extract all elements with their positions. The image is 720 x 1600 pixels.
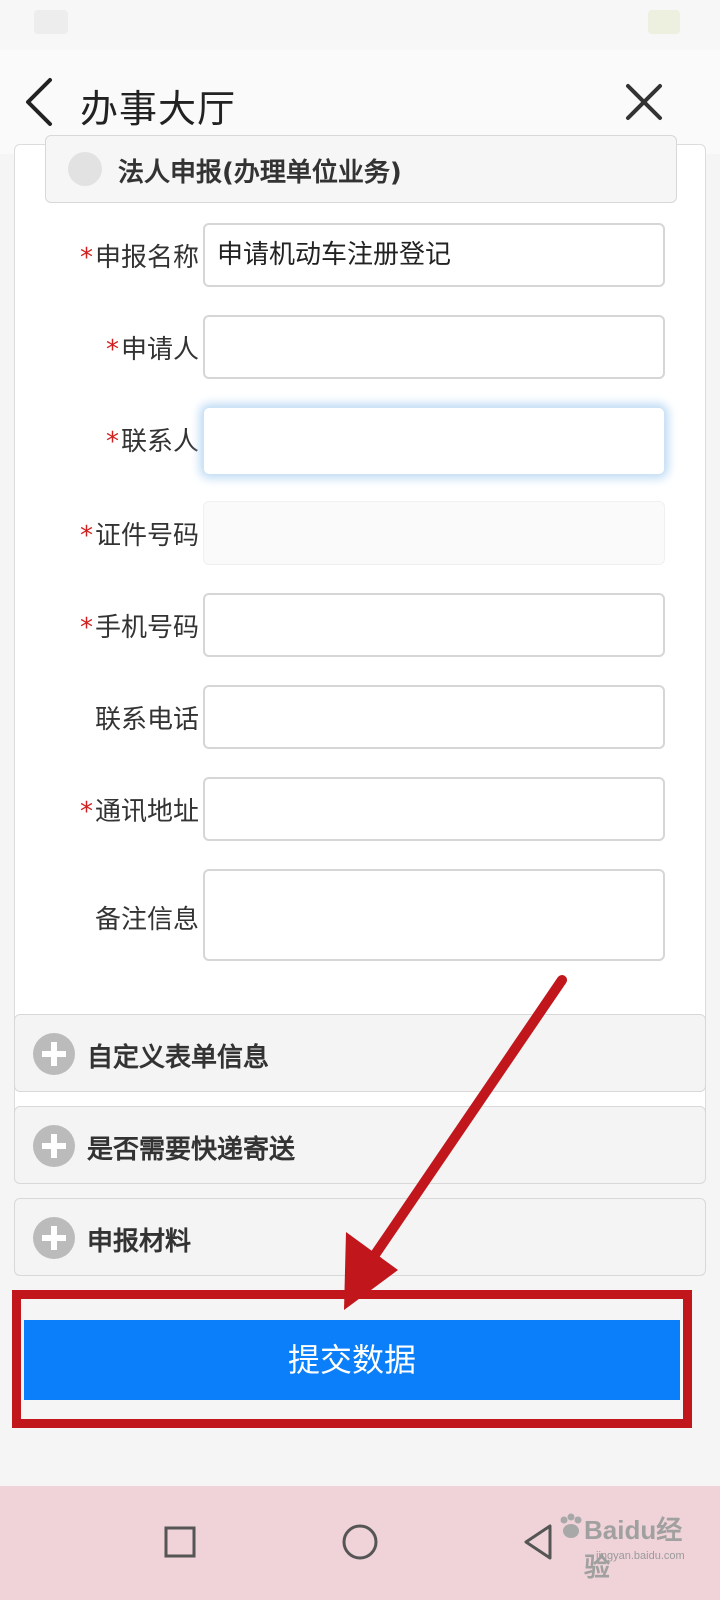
system-nav-bar: Baidu经验 jingyan.baidu.com bbox=[0, 1486, 720, 1600]
radio-label: 法人申报(办理单位业务) bbox=[118, 158, 402, 188]
phone-input[interactable] bbox=[203, 685, 665, 749]
field-label: *证件号码 bbox=[79, 521, 199, 551]
content-area: 法人申报(办理单位业务) *申报名称 申请机动车注册登记 *申请人 *联系人 *… bbox=[0, 135, 720, 1516]
applicant-input[interactable] bbox=[203, 315, 665, 379]
close-button[interactable] bbox=[622, 80, 666, 124]
plus-circle-icon bbox=[33, 1217, 75, 1259]
radio-button[interactable] bbox=[68, 152, 102, 186]
plus-circle-icon bbox=[33, 1125, 75, 1167]
field-applicant: *申请人 bbox=[15, 315, 707, 379]
field-id-number: *证件号码 bbox=[15, 501, 707, 565]
field-label: 联系电话 bbox=[94, 705, 199, 735]
field-contact-person: *联系人 bbox=[15, 407, 707, 475]
section-custom-form[interactable]: 自定义表单信息 bbox=[14, 1014, 706, 1092]
required-star: * bbox=[79, 797, 93, 827]
declaration-name-input[interactable]: 申请机动车注册登记 bbox=[203, 223, 665, 287]
close-icon bbox=[626, 84, 662, 120]
paw-icon bbox=[560, 1513, 582, 1538]
page-title: 办事大厅 bbox=[80, 87, 237, 131]
field-label: 备注信息 bbox=[94, 905, 199, 935]
field-label: *手机号码 bbox=[79, 613, 199, 643]
section-label: 是否需要快递寄送 bbox=[87, 1135, 296, 1165]
recent-apps-button[interactable] bbox=[152, 1514, 208, 1570]
address-input[interactable] bbox=[203, 777, 665, 841]
contact-person-input[interactable] bbox=[203, 407, 665, 475]
chevron-left-icon bbox=[26, 78, 52, 126]
required-star: * bbox=[79, 613, 93, 643]
field-label: *联系人 bbox=[105, 427, 199, 457]
field-remarks: 备注信息 bbox=[15, 869, 707, 961]
watermark-url: jingyan.baidu.com bbox=[596, 1550, 685, 1562]
field-address: *通讯地址 bbox=[15, 777, 707, 841]
home-button[interactable] bbox=[332, 1514, 388, 1570]
field-label: *申请人 bbox=[105, 335, 199, 365]
submit-button[interactable]: 提交数据 bbox=[24, 1320, 680, 1400]
section-materials[interactable]: 申报材料 bbox=[14, 1198, 706, 1276]
required-star: * bbox=[105, 427, 119, 457]
baidu-watermark: Baidu经验 jingyan.baidu.com bbox=[556, 1506, 706, 1582]
status-icons-right bbox=[648, 10, 680, 34]
status-bar bbox=[0, 0, 720, 50]
field-label: *通讯地址 bbox=[79, 797, 199, 827]
field-mobile: *手机号码 bbox=[15, 593, 707, 657]
back-button[interactable] bbox=[20, 76, 62, 128]
required-star: * bbox=[105, 335, 119, 365]
applicant-type-radio[interactable]: 法人申报(办理单位业务) bbox=[45, 135, 677, 203]
plus-circle-icon bbox=[33, 1033, 75, 1075]
square-icon bbox=[164, 1526, 196, 1558]
section-label: 自定义表单信息 bbox=[87, 1043, 270, 1073]
required-star: * bbox=[79, 521, 93, 551]
section-label: 申报材料 bbox=[87, 1227, 192, 1257]
id-number-input[interactable] bbox=[203, 501, 665, 565]
remarks-textarea[interactable] bbox=[203, 869, 665, 961]
field-phone: 联系电话 bbox=[15, 685, 707, 749]
status-icons-left bbox=[34, 10, 68, 34]
circle-icon bbox=[342, 1524, 378, 1560]
required-star: * bbox=[79, 243, 93, 273]
field-declaration-name: *申报名称 申请机动车注册登记 bbox=[15, 223, 707, 287]
mobile-input[interactable] bbox=[203, 593, 665, 657]
section-express-delivery[interactable]: 是否需要快递寄送 bbox=[14, 1106, 706, 1184]
field-label: *申报名称 bbox=[79, 243, 199, 273]
watermark-text: Baidu经验 bbox=[584, 1515, 683, 1582]
